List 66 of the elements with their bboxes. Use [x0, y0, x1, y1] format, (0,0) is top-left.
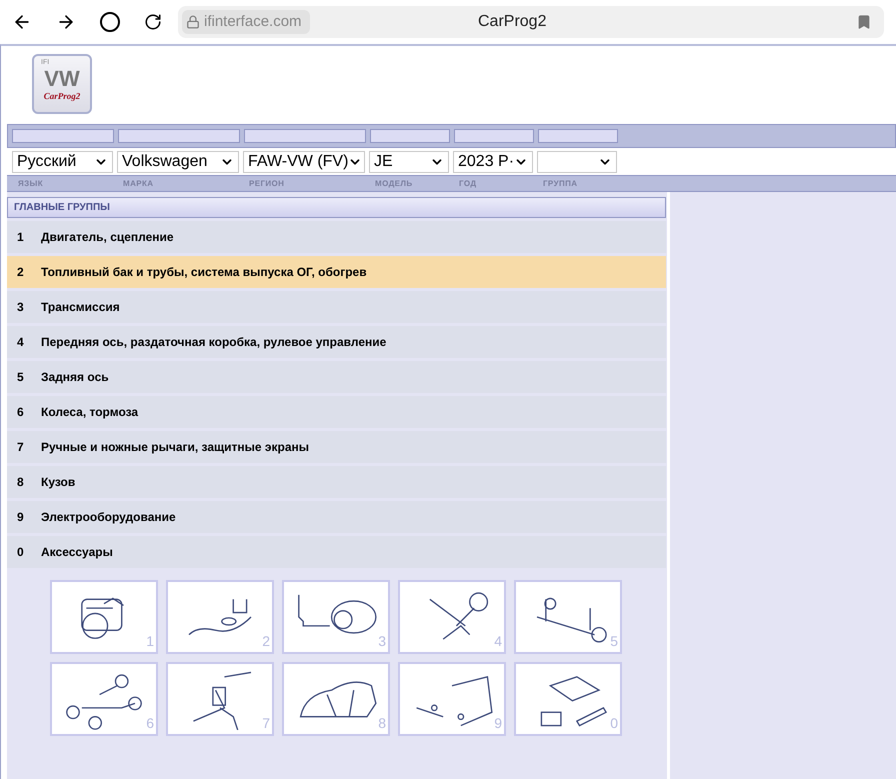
- section-title: ГЛАВНЫЕ ГРУППЫ: [14, 201, 110, 215]
- group-number: 8: [16, 474, 25, 491]
- address-text: ifinterface.com: [204, 12, 303, 32]
- lock-icon: [186, 15, 200, 29]
- dropdown-value: Русский: [17, 152, 76, 172]
- reload-icon[interactable]: [144, 13, 162, 31]
- group-row[interactable]: 6 Колеса, тормоза: [7, 396, 666, 428]
- group-row[interactable]: 2 Топливный бак и трубы, система выпуска ОГ, обогрев: [7, 256, 666, 288]
- group-number: 4: [16, 334, 25, 351]
- group-number: 1: [16, 229, 25, 246]
- thumbnail-number: 8: [378, 714, 386, 733]
- logo-brand-text: VW: [44, 68, 80, 90]
- group-row[interactable]: 7 Ручные и ножные рычаги, защитные экраны: [7, 431, 666, 463]
- thumbnail-number: 2: [262, 632, 270, 651]
- filter-label: МАРКА: [123, 178, 154, 188]
- group-number: 5: [16, 369, 25, 386]
- group-row[interactable]: 8 Кузов: [7, 466, 666, 498]
- dropdown-value: 2023 P·: [458, 152, 514, 172]
- group-number: 6: [16, 404, 25, 421]
- browser-logo-icon[interactable]: [100, 12, 120, 32]
- dropdown-value: JE: [374, 152, 393, 172]
- thumbnail-number: 3: [378, 632, 386, 651]
- thumbnail-number: 9: [494, 714, 502, 733]
- filter-label: ГРУППА: [543, 178, 578, 188]
- group-name: Кузов: [41, 474, 76, 491]
- group-name: Задняя ось: [41, 369, 109, 386]
- group-name: Колеса, тормоза: [41, 404, 138, 421]
- group-name: Топливный бак и трубы, система выпуска ОГ, обогрев: [41, 264, 367, 281]
- address-bar[interactable]: ifinterface.com CarProg2: [178, 6, 884, 38]
- group-number: 2: [16, 264, 25, 281]
- filter-label: РЕГИОН: [249, 178, 284, 188]
- filter-label: ГОД: [459, 178, 476, 188]
- group-name: Двигатель, сцепление: [41, 229, 174, 246]
- thumbnail-number: 7: [262, 714, 270, 733]
- dropdown[interactable]: 2023 P·: [453, 150, 533, 172]
- group-row[interactable]: 9 Электрооборудование: [7, 501, 666, 533]
- thumbnail-number: 6: [146, 714, 154, 733]
- group-number: 0: [16, 544, 25, 561]
- bookmark-icon[interactable]: [856, 14, 872, 30]
- group-name: Ручные и ножные рычаги, защитные экраны: [41, 439, 310, 456]
- group-name: Трансмиссия: [41, 299, 120, 316]
- thumbnail-number: 0: [610, 714, 618, 733]
- thumbnail-number: 1: [146, 632, 154, 651]
- group-name: Электрооборудование: [41, 509, 176, 526]
- thumbnail-number: 4: [494, 632, 502, 651]
- group-name: Аксессуары: [41, 544, 113, 561]
- dropdown-value: FAW-VW (FV): [248, 152, 348, 172]
- group-name: Передняя ось, раздаточная коробка, рулевое управление: [41, 334, 386, 351]
- group-row[interactable]: 0 Аксессуары: [7, 536, 666, 568]
- filter-label: МОДЕЛЬ: [375, 178, 413, 188]
- group-row[interactable]: 3 Трансмиссия: [7, 291, 666, 323]
- filter-label: ЯЗЫК: [18, 178, 44, 188]
- group-number: 3: [16, 299, 25, 316]
- dropdown[interactable]: FAW-VW (FV): [243, 150, 365, 172]
- dropdown[interactable]: JE: [369, 150, 449, 172]
- group-number: 9: [16, 509, 25, 526]
- group-row[interactable]: 4 Передняя ось, раздаточная коробка, рулевое управление: [7, 326, 666, 358]
- thumbnail-number: 5: [610, 632, 618, 651]
- group-number: 7: [16, 439, 25, 456]
- group-row[interactable]: 1 Двигатель, сцепление: [7, 221, 666, 253]
- dropdown-value: Volkswagen: [122, 152, 208, 172]
- logo-name-text: CarProg2: [44, 90, 80, 104]
- group-row[interactable]: 5 Задняя ось: [7, 361, 666, 393]
- dropdown[interactable]: Русский: [12, 150, 113, 172]
- dropdown[interactable]: Volkswagen: [117, 150, 239, 172]
- page-title: CarProg2: [478, 12, 546, 32]
